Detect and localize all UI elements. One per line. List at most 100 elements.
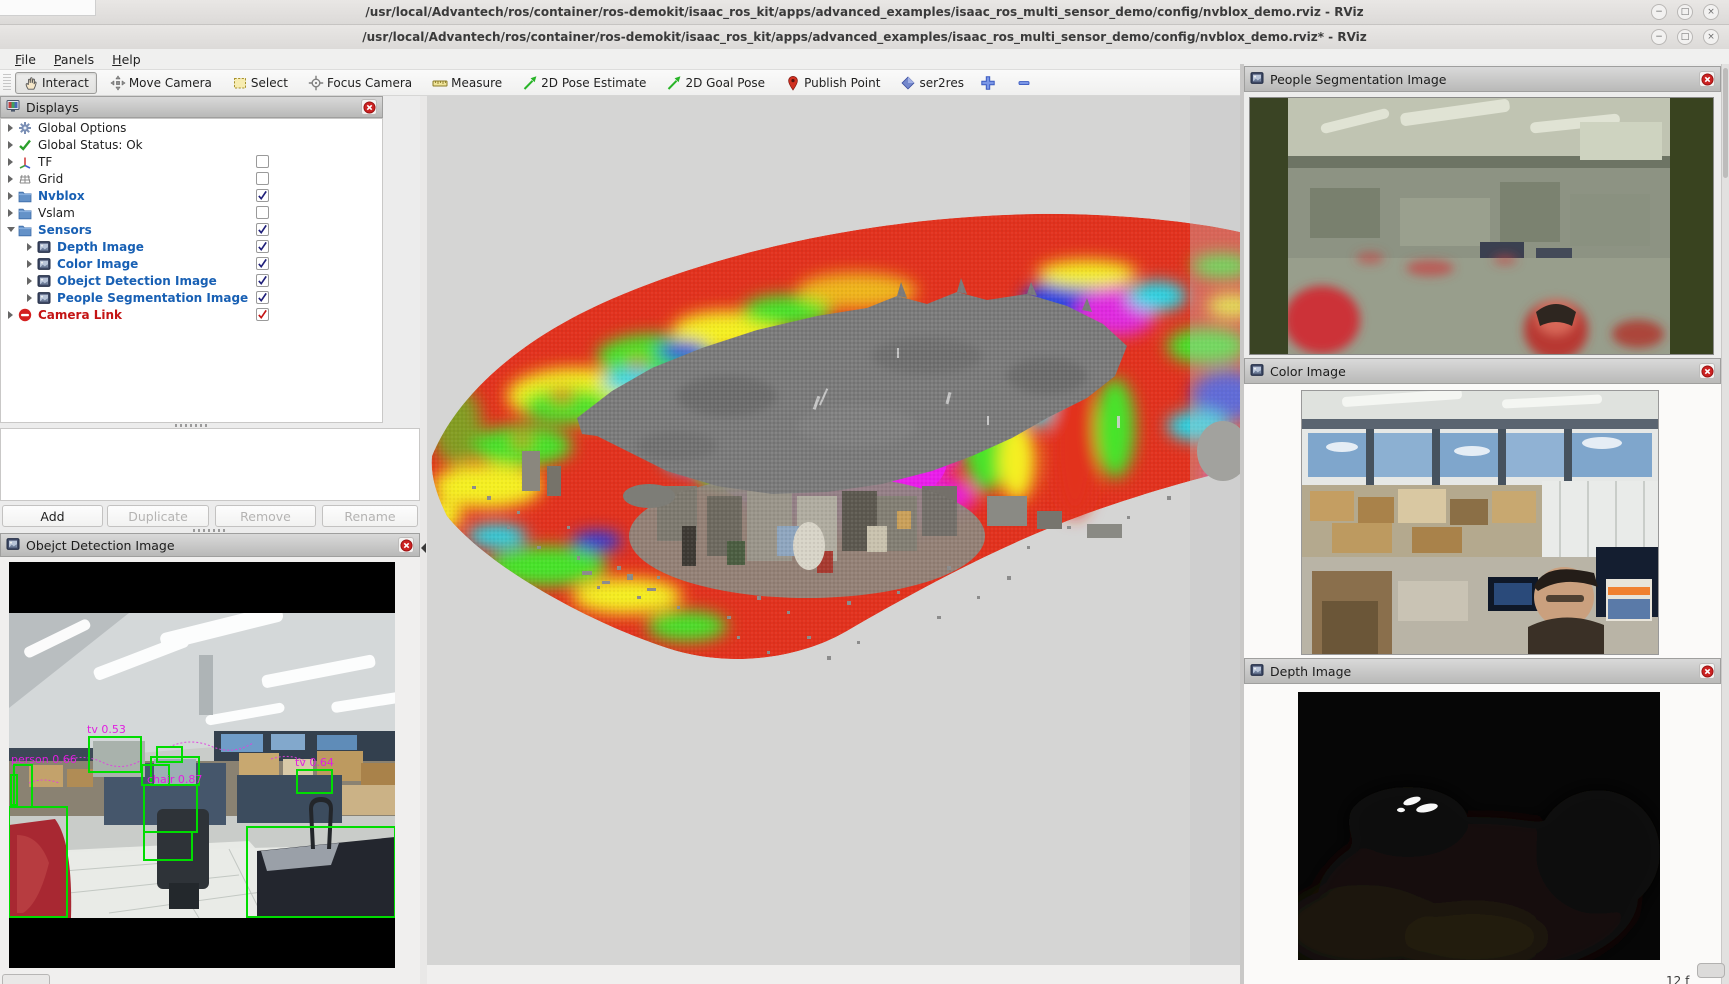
enabled-checkbox[interactable] — [256, 240, 269, 253]
maximize-button[interactable]: □ — [1677, 29, 1693, 45]
tree-row-vslam[interactable]: Vslam — [1, 204, 382, 221]
tree-row-color-image[interactable]: Color Image — [1, 255, 382, 272]
folder-icon — [18, 223, 34, 237]
duplicate-button[interactable]: Duplicate — [107, 505, 209, 527]
menu-panels[interactable]: Panels — [45, 50, 103, 69]
tool-2d-goal-pose[interactable]: 2D Goal Pose — [659, 73, 772, 93]
error-icon — [18, 308, 34, 322]
displays-panel-header[interactable]: Displays — [0, 96, 383, 118]
tool-interact[interactable]: Interact — [15, 72, 97, 94]
tool-measure[interactable]: Measure — [425, 73, 509, 93]
tool-focus-camera[interactable]: Focus Camera — [301, 73, 419, 93]
splitter-handle[interactable] — [193, 529, 227, 532]
chevron-right-icon[interactable] — [24, 243, 35, 251]
scrollbar-thumb[interactable] — [1723, 68, 1728, 178]
tool-publish-point[interactable]: Publish Point — [778, 73, 887, 93]
dock-splitter[interactable] — [420, 96, 427, 984]
tree-row-grid[interactable]: Grid — [1, 170, 382, 187]
color-image-panel-header[interactable]: Color Image — [1244, 358, 1721, 384]
enabled-checkbox[interactable] — [256, 155, 269, 168]
remove-button[interactable]: Remove — [215, 505, 316, 527]
chevron-right-icon[interactable] — [5, 158, 16, 166]
tree-row-global-options[interactable]: Global Options — [1, 119, 382, 136]
image-panel-icon — [1250, 362, 1264, 381]
tool-select[interactable]: Select — [225, 73, 295, 93]
collapsed-panel-tab[interactable] — [2, 974, 50, 984]
close-button[interactable]: × — [1703, 4, 1719, 20]
tree-row-nvblox[interactable]: Nvblox — [1, 187, 382, 204]
object-detection-panel-header[interactable]: Obejct Detection Image — [0, 533, 420, 557]
chevron-right-icon[interactable] — [5, 175, 16, 183]
depth-image-close-button[interactable] — [1699, 663, 1715, 679]
people-segmentation-image — [1249, 97, 1714, 355]
tree-row-depth-image[interactable]: Depth Image — [1, 238, 382, 255]
detection-box — [89, 737, 141, 772]
tree-row-label: Obejct Detection Image — [57, 274, 217, 288]
chevron-right-icon[interactable] — [5, 124, 16, 132]
tree-row-camera-link[interactable]: Camera Link — [1, 306, 382, 323]
close-icon — [1701, 365, 1714, 378]
depth-image-panel-header[interactable]: Depth Image — [1244, 658, 1721, 684]
object-detection-close-button[interactable] — [398, 537, 414, 553]
enabled-checkbox[interactable] — [256, 189, 269, 202]
enabled-checkbox[interactable] — [256, 206, 269, 219]
tree-row-people-segmentation-image[interactable]: People Segmentation Image — [1, 289, 382, 306]
detection-box — [297, 770, 332, 793]
rviz-window: /usr/local/Advantech/ros/container/ros-d… — [0, 0, 1729, 984]
chevron-right-icon[interactable] — [5, 209, 16, 217]
image-panel-icon — [1250, 662, 1264, 681]
minimize-button[interactable]: − — [1651, 29, 1667, 45]
map-pin-icon — [785, 75, 801, 91]
pose-arrow-icon — [522, 75, 538, 91]
tree-row-obejct-detection-image[interactable]: Obejct Detection Image — [1, 272, 382, 289]
tree-row-label: Depth Image — [57, 240, 144, 254]
add-button[interactable]: Add — [2, 505, 103, 527]
close-button[interactable]: × — [1703, 29, 1719, 45]
tree-row-tf[interactable]: TF — [1, 153, 382, 170]
chevron-right-icon[interactable] — [5, 192, 16, 200]
people-segmentation-panel-header[interactable]: People Segmentation Image — [1244, 66, 1721, 92]
chevron-right-icon[interactable] — [5, 311, 16, 319]
color-image-close-button[interactable] — [1699, 363, 1715, 379]
zoom-in-button[interactable] — [977, 73, 999, 93]
splitter-collapse-arrow[interactable] — [421, 543, 426, 553]
menu-file[interactable]: File — [6, 50, 45, 69]
tool-2d-pose-estimate[interactable]: 2D Pose Estimate — [515, 73, 653, 93]
chevron-right-icon[interactable] — [24, 260, 35, 268]
toolbar-drag-handle[interactable] — [3, 74, 11, 92]
chevron-right-icon[interactable] — [5, 141, 16, 149]
enabled-checkbox[interactable] — [256, 257, 269, 270]
menu-help[interactable]: Help — [103, 50, 150, 69]
enabled-checkbox[interactable] — [256, 291, 269, 304]
right-scrollbar[interactable] — [1721, 64, 1729, 984]
enabled-checkbox[interactable] — [256, 274, 269, 287]
displays-tree[interactable]: Global OptionsGlobal Status: OkTFGridNvb… — [0, 118, 383, 423]
enabled-checkbox[interactable] — [256, 223, 269, 236]
titlebar-outer[interactable]: /usr/local/Advantech/ros/container/ros-d… — [0, 0, 1729, 25]
tree-row-sensors[interactable]: Sensors — [1, 221, 382, 238]
titlebar[interactable]: /usr/local/Advantech/ros/container/ros-d… — [0, 25, 1729, 50]
image-icon — [37, 240, 53, 254]
depth-image-panel-title: Depth Image — [1270, 664, 1693, 679]
enabled-checkbox[interactable] — [256, 172, 269, 185]
chevron-right-icon[interactable] — [24, 277, 35, 285]
tree-row-global-status-ok[interactable]: Global Status: Ok — [1, 136, 382, 153]
rename-button[interactable]: Rename — [322, 505, 418, 527]
scroll-corner-handle[interactable] — [1697, 963, 1725, 978]
detection-label: tv 0.64 — [295, 756, 334, 769]
chevron-down-icon[interactable] — [5, 227, 16, 232]
splitter-handle[interactable] — [175, 424, 209, 427]
people-segmentation-close-button[interactable] — [1699, 71, 1715, 87]
zoom-out-button[interactable] — [1013, 73, 1035, 93]
enabled-checkbox[interactable] — [256, 308, 269, 321]
3d-viewport[interactable] — [427, 96, 1240, 965]
tool-ser2res[interactable]: ser2res — [893, 73, 971, 93]
focus-camera-icon — [308, 75, 324, 91]
maximize-button[interactable]: □ — [1677, 4, 1693, 20]
minimize-button[interactable]: − — [1651, 4, 1667, 20]
displays-close-button[interactable] — [361, 99, 377, 115]
measure-icon — [432, 75, 448, 91]
object-detection-panel-title: Obejct Detection Image — [26, 538, 392, 553]
chevron-right-icon[interactable] — [24, 294, 35, 302]
tool-move-camera[interactable]: Move Camera — [103, 73, 219, 93]
